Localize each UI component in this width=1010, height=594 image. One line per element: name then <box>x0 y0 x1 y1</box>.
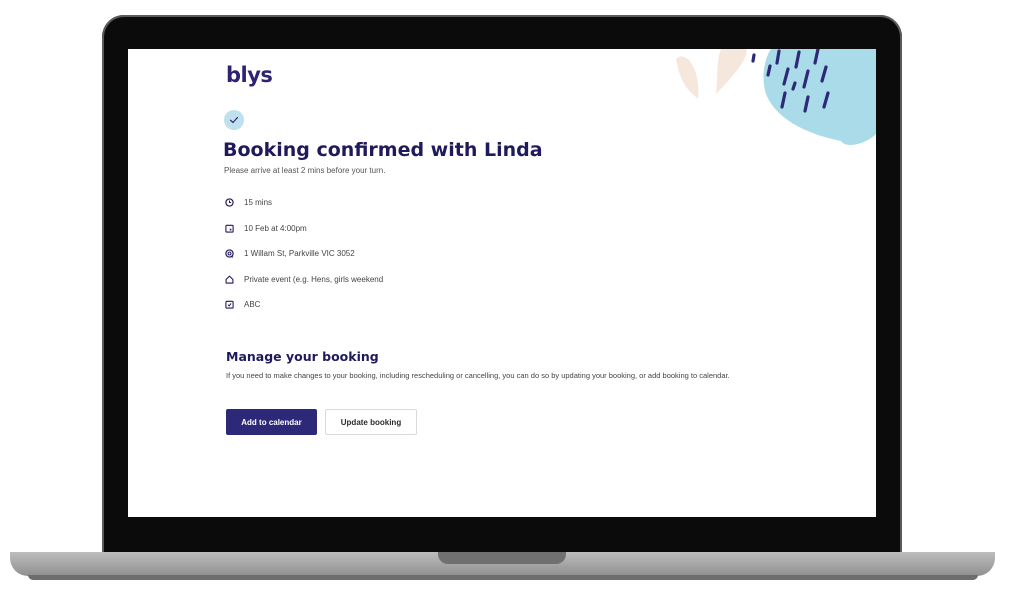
detail-text: 10 Feb at 4:00pm <box>244 223 307 233</box>
booking-details: 15 mins 10 Feb at 4:00pm 1 Willam St, Pa… <box>225 197 383 325</box>
clock-icon <box>225 198 234 207</box>
update-booking-button[interactable]: Update booking <box>325 409 417 435</box>
decorative-illustration <box>676 49 876 145</box>
detail-notes: ABC <box>225 299 383 310</box>
screen: blys Booking confirmed with Linda Please… <box>128 49 876 517</box>
detail-text: Private event (e.g. Hens, girls weekend <box>244 274 384 284</box>
detail-duration: 15 mins <box>225 197 383 208</box>
detail-text: 1 Willam St, Parkville VIC 3052 <box>244 249 355 258</box>
brand-logo[interactable]: blys <box>226 63 273 87</box>
detail-address: 1 Willam St, Parkville VIC 3052 <box>225 248 383 259</box>
detail-event-type: Private event (e.g. Hens, girls weekend <box>225 274 383 285</box>
laptop-notch <box>438 552 566 564</box>
manage-description: If you need to make changes to your book… <box>226 371 730 380</box>
laptop-base-foot <box>28 575 978 580</box>
check-icon <box>224 110 244 130</box>
location-icon <box>225 249 234 258</box>
detail-text: 15 mins <box>244 198 273 207</box>
page-title: Booking confirmed with Linda <box>223 139 543 161</box>
detail-date: 10 Feb at 4:00pm <box>225 223 383 234</box>
add-to-calendar-button[interactable]: Add to calendar <box>226 409 317 435</box>
note-icon <box>225 300 234 309</box>
manage-heading: Manage your booking <box>226 349 379 364</box>
home-icon <box>225 275 234 284</box>
detail-text: ABC <box>244 300 261 309</box>
calendar-icon <box>225 224 234 233</box>
page-subtitle: Please arrive at least 2 mins before you… <box>224 166 386 175</box>
